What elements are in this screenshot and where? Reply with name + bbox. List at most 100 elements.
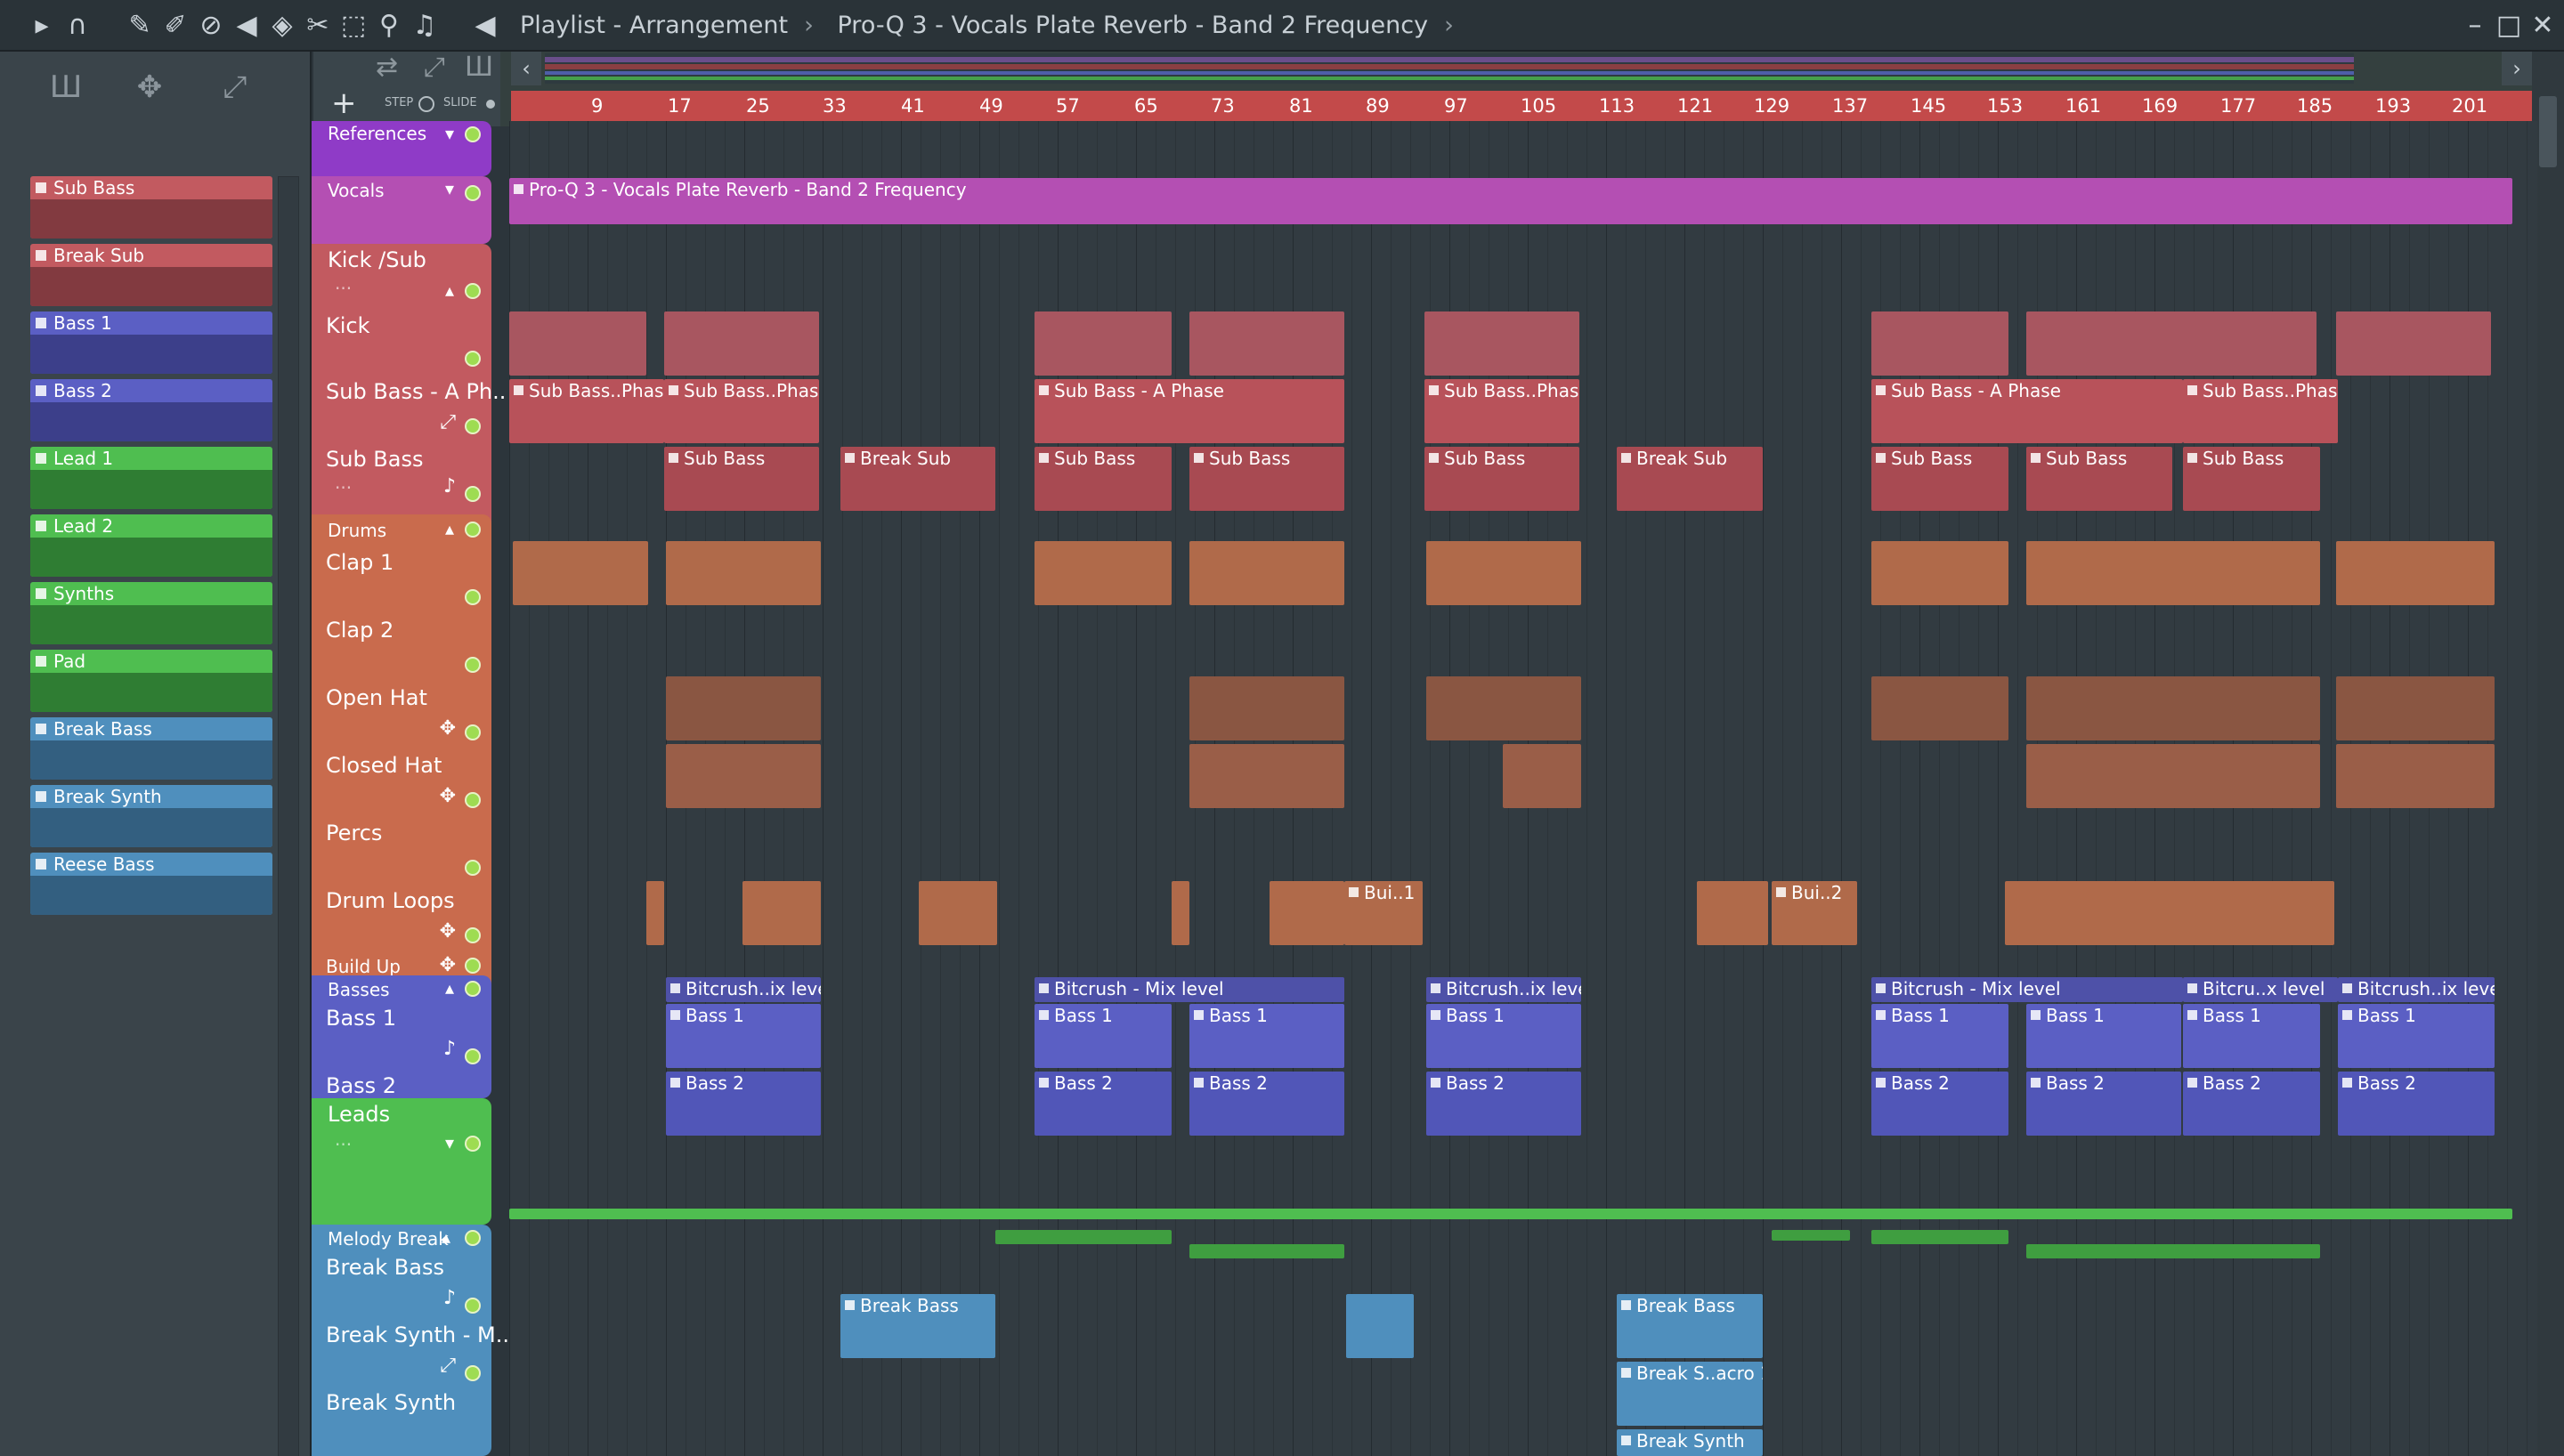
track-group-basses[interactable]: Basses ▴ Bass 1 ♪ Bass 2 bbox=[312, 975, 491, 1098]
track-active-indicator[interactable] bbox=[465, 185, 481, 201]
kick-clip[interactable] bbox=[2336, 311, 2491, 376]
build-up-audio-clip[interactable]: Bui..1 bbox=[1344, 881, 1423, 945]
closed-hat-audio-clip[interactable] bbox=[2336, 744, 2495, 808]
pattern-item[interactable]: Bass 1 bbox=[30, 311, 272, 374]
close-button[interactable]: ✕ bbox=[2525, 9, 2560, 43]
open-hat-audio-clip[interactable] bbox=[1189, 676, 1344, 740]
pattern-clip[interactable]: Bass 2 bbox=[2183, 1072, 2320, 1136]
track-active-indicator[interactable] bbox=[465, 522, 481, 538]
closed-hat-audio-clip[interactable] bbox=[666, 744, 821, 808]
pattern-clip[interactable]: Break Bass bbox=[1617, 1294, 1763, 1358]
clap-audio-clip[interactable] bbox=[513, 541, 648, 605]
pattern-clip[interactable]: Bass 1 bbox=[2183, 1004, 2320, 1068]
automation-clip[interactable]: Pro-Q 3 - Vocals Plate Reverb - Band 2 F… bbox=[509, 178, 2512, 224]
open-hat-audio-clip[interactable] bbox=[2026, 676, 2320, 740]
minimize-button[interactable]: – bbox=[2457, 9, 2493, 43]
lead-pattern-clip[interactable] bbox=[2026, 1244, 2320, 1258]
pattern-clip[interactable]: Sub Bass bbox=[2183, 447, 2320, 511]
slip-tool-icon[interactable]: ◈ bbox=[265, 9, 299, 43]
drum-loop-audio-clip[interactable] bbox=[1172, 881, 1189, 945]
closed-hat-audio-clip[interactable] bbox=[1189, 744, 1344, 808]
track-active-indicator[interactable] bbox=[465, 283, 481, 299]
drum-loop-audio-clip[interactable] bbox=[2005, 881, 2334, 945]
track-more-icon[interactable]: ... bbox=[335, 472, 352, 493]
track-active-indicator[interactable] bbox=[465, 860, 481, 876]
clap-audio-clip[interactable] bbox=[1871, 541, 2008, 605]
pattern-clip[interactable]: Sub Bass bbox=[1424, 447, 1579, 511]
kick-clip[interactable] bbox=[1035, 311, 1172, 376]
track-header-vocals[interactable]: Vocals ▾ bbox=[312, 176, 491, 244]
drum-loop-audio-clip[interactable] bbox=[1270, 881, 1344, 945]
drum-loop-audio-clip[interactable] bbox=[919, 881, 997, 945]
track-header-references[interactable]: References ▾ bbox=[312, 121, 491, 176]
pattern-clip[interactable]: Break Synth bbox=[1617, 1429, 1763, 1456]
track-group-leads[interactable]: Leads ... ▾ bbox=[312, 1098, 491, 1225]
automation-clip[interactable]: Bitcru..x level bbox=[2183, 977, 2338, 1002]
timeline-ruler[interactable]: 9 17 25 33 41 49 57 65 73 81 89 97 105 1… bbox=[511, 91, 2532, 121]
closed-hat-audio-clip[interactable] bbox=[2026, 744, 2320, 808]
pattern-clip[interactable]: Sub Bass bbox=[2026, 447, 2172, 511]
track-active-indicator[interactable] bbox=[465, 1365, 481, 1381]
pattern-clip[interactable]: Bass 2 bbox=[2338, 1072, 2495, 1136]
automation-clip[interactable]: Sub Bass - A Phase bbox=[1035, 379, 1344, 443]
arrangement-grid[interactable]: Pro-Q 3 - Vocals Plate Reverb - Band 2 F… bbox=[509, 121, 2537, 1456]
pattern-item[interactable]: Synths bbox=[30, 582, 272, 644]
pattern-clip[interactable]: Break Sub bbox=[1617, 447, 1763, 511]
pattern-item[interactable]: Pad bbox=[30, 650, 272, 712]
track-active-indicator[interactable] bbox=[465, 1136, 481, 1152]
kick-clip[interactable] bbox=[2026, 311, 2317, 376]
automation-clip[interactable]: Break S..acro 1 bbox=[1617, 1362, 1763, 1426]
scroll-left-icon[interactable]: ‹ bbox=[511, 52, 541, 85]
collapse-arrow-icon[interactable]: ▾ bbox=[445, 1132, 454, 1153]
track-active-indicator[interactable] bbox=[465, 418, 481, 434]
playback-tool-icon[interactable]: ♫ bbox=[408, 9, 442, 43]
pattern-clip[interactable]: Bass 1 bbox=[1871, 1004, 2008, 1068]
collapse-arrow-icon[interactable]: ▾ bbox=[445, 178, 454, 199]
pattern-clip[interactable]: Break Bass bbox=[840, 1294, 995, 1358]
step-toggle[interactable] bbox=[418, 96, 434, 112]
kick-clip[interactable] bbox=[664, 311, 819, 376]
open-hat-audio-clip[interactable] bbox=[1871, 676, 2008, 740]
clap-audio-clip[interactable] bbox=[1426, 541, 1581, 605]
lead-pattern-clip[interactable] bbox=[1772, 1230, 1850, 1241]
kick-clip[interactable] bbox=[1871, 311, 2008, 376]
closed-hat-audio-clip[interactable] bbox=[1503, 744, 1581, 808]
track-active-indicator[interactable] bbox=[465, 126, 481, 142]
track-active-indicator[interactable] bbox=[465, 958, 481, 974]
pattern-clip[interactable]: Bass 2 bbox=[1871, 1072, 2008, 1136]
clap-audio-clip[interactable] bbox=[2026, 541, 2320, 605]
drum-loop-audio-clip[interactable] bbox=[1697, 881, 1768, 945]
pattern-clip[interactable]: Sub Bass bbox=[1035, 447, 1172, 511]
scroll-right-icon[interactable]: › bbox=[2502, 52, 2532, 85]
track-active-indicator[interactable] bbox=[465, 981, 481, 997]
maximize-button[interactable]: □ bbox=[2491, 9, 2527, 43]
track-active-indicator[interactable] bbox=[465, 927, 481, 943]
collapse-arrow-icon[interactable]: ▴ bbox=[445, 977, 454, 999]
pattern-item[interactable]: Lead 1 bbox=[30, 447, 272, 509]
pattern-clip[interactable]: Sub Bass bbox=[1871, 447, 2008, 511]
track-active-indicator[interactable] bbox=[465, 351, 481, 367]
piano-icon[interactable]: Ш bbox=[465, 52, 493, 83]
pattern-clip[interactable]: Bass 2 bbox=[1035, 1072, 1172, 1136]
kick-clip[interactable] bbox=[1189, 311, 1344, 376]
automation-clip[interactable]: Bitcrush..ix level bbox=[1426, 977, 1581, 1002]
collapse-arrow-icon[interactable]: ▴ bbox=[445, 518, 454, 539]
play-icon[interactable]: ▸ bbox=[25, 9, 59, 43]
slide-toggle[interactable] bbox=[486, 100, 495, 109]
track-active-indicator[interactable] bbox=[465, 792, 481, 808]
pattern-item[interactable]: Lead 2 bbox=[30, 514, 272, 577]
lead-pattern-clip[interactable] bbox=[995, 1230, 1172, 1244]
track-active-indicator[interactable] bbox=[465, 1298, 481, 1314]
mute-tool-icon[interactable]: ◀ bbox=[230, 9, 264, 43]
track-active-indicator[interactable] bbox=[465, 486, 481, 502]
clap-audio-clip[interactable] bbox=[2336, 541, 2495, 605]
pattern-clip[interactable]: Bass 1 bbox=[1189, 1004, 1344, 1068]
track-group-melody-break[interactable]: Melody Break ▴ Break Bass ♪ Break Synth … bbox=[312, 1225, 509, 1456]
track-active-indicator[interactable] bbox=[465, 657, 481, 673]
curve-icon[interactable]: ⤢ bbox=[424, 52, 445, 83]
collapse-arrow-icon[interactable]: ▴ bbox=[445, 279, 454, 301]
clap-audio-clip[interactable] bbox=[666, 541, 821, 605]
select-tool-icon[interactable]: ⬚ bbox=[337, 9, 370, 43]
pattern-clip[interactable] bbox=[1346, 1294, 1414, 1358]
automation-clip[interactable]: Sub Bass..Phase bbox=[664, 379, 819, 443]
